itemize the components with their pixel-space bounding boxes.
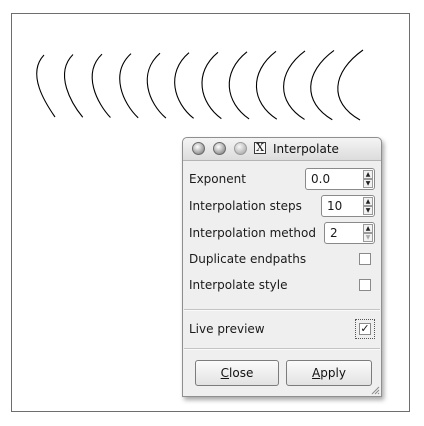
interpolated-path[interactable] (201, 51, 222, 120)
interpolated-path[interactable] (228, 51, 250, 120)
spin-down-icon[interactable]: ▼ (363, 179, 373, 188)
spin-up-icon[interactable]: ▲ (363, 170, 373, 179)
close-label-rest: lose (229, 366, 254, 380)
maximize-window-icon[interactable] (234, 142, 247, 155)
steps-spinbox[interactable]: 10 ▲ ▼ (321, 195, 375, 217)
interpolated-path[interactable] (337, 49, 364, 121)
exponent-spinbox[interactable]: 0.0 ▲ ▼ (305, 168, 375, 190)
exponent-row: Exponent 0.0 ▲ ▼ (189, 168, 375, 192)
interpolated-path[interactable] (310, 50, 335, 121)
interpolated-path[interactable] (119, 53, 139, 119)
separator (184, 309, 380, 311)
interpolate-dialog: X Interpolate Exponent 0.0 ▲ ▼ Interpola… (182, 137, 382, 397)
exponent-label: Exponent (189, 172, 246, 186)
method-row: Interpolation method 2 ▲ ▼ (189, 222, 375, 246)
method-label: Interpolation method (189, 226, 316, 240)
interpolate-style-checkbox[interactable] (359, 279, 371, 291)
interpolate-style-label: Interpolate style (189, 278, 288, 292)
interpolated-path[interactable] (255, 50, 278, 120)
duplicate-endpaths-label: Duplicate endpaths (189, 252, 307, 266)
interpolated-path[interactable] (283, 50, 306, 120)
duplicate-endpaths-row: Duplicate endpaths (189, 248, 375, 272)
spin-up-icon[interactable]: ▲ (363, 197, 373, 206)
live-preview-checkbox[interactable]: ✓ (359, 323, 371, 335)
close-mnemonic: C (220, 366, 230, 380)
interpolated-path[interactable] (91, 53, 111, 118)
interpolate-style-row: Interpolate style (189, 274, 375, 298)
close-window-icon[interactable] (192, 142, 205, 155)
dialog-titlebar[interactable]: X Interpolate (183, 138, 381, 161)
interpolated-path[interactable] (174, 52, 194, 119)
steps-label: Interpolation steps (189, 199, 302, 213)
spin-down-icon[interactable]: ▼ (363, 206, 373, 215)
apply-label-rest: pply (320, 366, 346, 380)
interpolated-path[interactable] (36, 54, 56, 118)
steps-value[interactable]: 10 (327, 199, 342, 213)
interpolated-path[interactable] (146, 52, 167, 119)
x-app-icon: X (254, 142, 266, 154)
exponent-value[interactable]: 0.0 (311, 172, 330, 186)
checkmark-icon: ✓ (360, 322, 370, 335)
resize-grip-icon[interactable] (370, 385, 380, 395)
dialog-title: Interpolate (273, 142, 339, 156)
interpolated-path[interactable] (63, 54, 84, 118)
live-preview-row: Live preview ✓ (189, 318, 375, 342)
duplicate-endpaths-checkbox[interactable] (359, 253, 371, 265)
minimize-window-icon[interactable] (213, 142, 226, 155)
spin-down-icon[interactable]: ▼ (363, 233, 373, 242)
live-preview-label: Live preview (189, 322, 265, 336)
method-value[interactable]: 2 (330, 226, 338, 240)
separator (184, 348, 380, 350)
apply-button[interactable]: Apply (286, 360, 372, 386)
steps-row: Interpolation steps 10 ▲ ▼ (189, 195, 375, 219)
close-button[interactable]: Close (195, 360, 279, 386)
method-spinbox[interactable]: 2 ▲ ▼ (324, 222, 375, 244)
spin-up-icon[interactable]: ▲ (363, 224, 373, 233)
